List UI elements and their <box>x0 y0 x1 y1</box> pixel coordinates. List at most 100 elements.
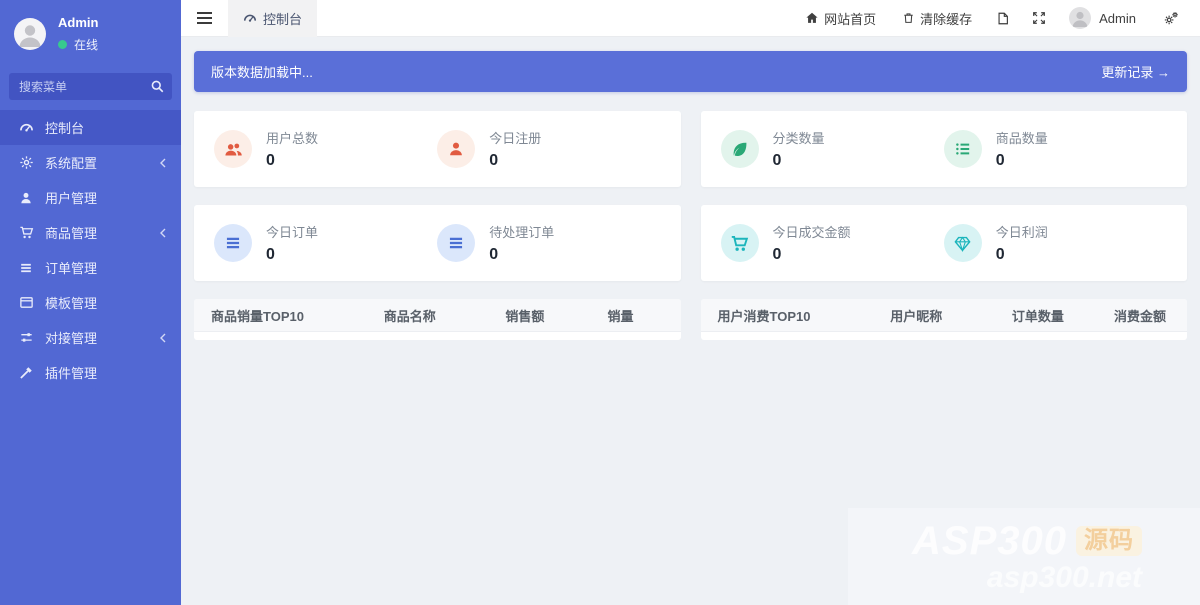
list-icon <box>18 261 34 275</box>
avatar <box>14 18 46 50</box>
stat-label: 商品数量 <box>995 131 1048 146</box>
watermark: ASP300 源码 asp300.net <box>848 508 1200 605</box>
stat-today-revenue: 今日成交金额 0 <box>720 222 944 264</box>
page-icon[interactable] <box>985 11 1021 26</box>
stat-value: 0 <box>772 152 782 169</box>
site-home-label: 网站首页 <box>824 11 877 27</box>
stat-card-users: 用户总数 0 今日注册 0 <box>194 111 681 187</box>
column-header: 用户昵称 <box>890 308 943 324</box>
template-icon <box>18 295 34 310</box>
product-sales-top10-table: 商品销量TOP10 商品名称 销售额 销量 <box>194 299 681 340</box>
sidebar-item-system-config[interactable]: 系统配置 <box>0 145 181 180</box>
table-header-row: 用户消费TOP10 用户昵称 订单数量 消费金额 <box>700 299 1187 332</box>
sidebar-item-plugin-management[interactable]: 插件管理 <box>0 355 181 390</box>
stat-card-catalog: 分类数量 0 商品数量 0 <box>700 111 1187 187</box>
main-area: 控制台 网站首页 清除缓存 Admin 版本数据加载中... 更新记录 → 用户… <box>181 0 1200 605</box>
avatar[interactable] <box>1069 7 1092 29</box>
cogs-icon[interactable] <box>1152 11 1190 26</box>
home-icon <box>805 11 819 25</box>
content: 版本数据加载中... 更新记录 → 用户总数 0 今日注册 0 分类数量 0 商… <box>181 37 1200 605</box>
column-header: 销售额 <box>505 308 545 324</box>
table-header-row: 商品销量TOP10 商品名称 销售额 销量 <box>194 299 681 332</box>
user-spending-top10-table: 用户消费TOP10 用户昵称 订单数量 消费金额 <box>700 299 1187 340</box>
leaf-icon <box>720 130 759 168</box>
user-icon <box>18 191 34 205</box>
stat-today-registrations: 今日注册 0 <box>437 128 660 170</box>
bars-icon <box>437 224 476 262</box>
sidebar-item-label: 商品管理 <box>45 226 98 241</box>
sidebar-item-product-management[interactable]: 商品管理 <box>0 215 181 250</box>
stat-today-profit: 今日利润 0 <box>943 222 1167 264</box>
clear-cache-label: 清除缓存 <box>920 11 973 27</box>
sidebar-item-label: 订单管理 <box>45 261 98 276</box>
watermark-line1: ASP300 源码 <box>912 521 1142 561</box>
sidebar-item-integration-management[interactable]: 对接管理 <box>0 320 181 355</box>
stat-today-orders: 今日订单 0 <box>214 222 437 264</box>
stat-total-users: 用户总数 0 <box>214 128 437 170</box>
expand-icon[interactable] <box>1021 11 1057 25</box>
sidebar-item-dashboard[interactable]: 控制台 <box>0 110 181 145</box>
search-icon[interactable] <box>150 79 165 94</box>
stat-value: 0 <box>772 246 782 263</box>
user-status: 在线 <box>58 36 98 53</box>
navbar-right: 网站首页 清除缓存 Admin <box>792 7 1200 29</box>
stat-value: 0 <box>266 246 275 263</box>
sidebar-item-label: 系统配置 <box>45 156 98 171</box>
clear-cache-link[interactable]: 清除缓存 <box>889 9 985 28</box>
column-header: 销量 <box>607 308 634 324</box>
top-navbar: 控制台 网站首页 清除缓存 Admin <box>181 0 1200 37</box>
top10-tables: 商品销量TOP10 商品名称 销售额 销量 用户消费TOP10 用户昵称 订单数… <box>194 299 1187 340</box>
stat-card-revenue: 今日成交金额 0 今日利润 0 <box>700 205 1187 281</box>
users-icon <box>214 130 252 168</box>
stat-card-orders: 今日订单 0 待处理订单 0 <box>194 205 681 281</box>
trash-icon <box>902 11 915 25</box>
stat-label: 今日利润 <box>995 225 1048 240</box>
tab-dashboard[interactable]: 控制台 <box>228 0 318 37</box>
sidebar-item-label: 用户管理 <box>45 191 98 206</box>
stat-category-count: 分类数量 0 <box>720 128 944 170</box>
sidebar-item-label: 控制台 <box>45 121 85 136</box>
sidebar-item-user-management[interactable]: 用户管理 <box>0 180 181 215</box>
sidebar-item-label: 模板管理 <box>45 296 98 311</box>
search-input[interactable] <box>9 73 172 100</box>
watermark-badge: 源码 <box>1076 525 1142 556</box>
brush-icon <box>18 365 34 380</box>
hamburger-icon[interactable] <box>181 11 228 25</box>
site-home-link[interactable]: 网站首页 <box>792 9 889 28</box>
status-label: 在线 <box>74 38 99 52</box>
watermark-line2: asp300.net <box>986 560 1142 594</box>
stat-label: 待处理订单 <box>489 225 555 240</box>
gem-icon <box>943 224 982 262</box>
sidebar-menu: 控制台 系统配置 用户管理 商品管理 订单管理 模板管理 对接管理 插件管理 <box>0 110 181 390</box>
stat-product-count: 商品数量 0 <box>943 128 1167 170</box>
tachometer-icon <box>18 120 34 135</box>
chevron-left-icon <box>159 228 167 238</box>
stat-label: 今日订单 <box>266 225 319 240</box>
person-icon <box>1072 11 1088 27</box>
column-header: 订单数量 <box>1011 308 1064 324</box>
stat-value: 0 <box>266 152 275 169</box>
stat-label: 今日成交金额 <box>772 225 851 240</box>
menu-search <box>9 73 172 100</box>
gear-icon <box>18 155 34 170</box>
version-banner: 版本数据加载中... 更新记录 → <box>194 51 1187 92</box>
update-log-link[interactable]: 更新记录 → <box>1101 62 1170 81</box>
sidebar-profile: Admin 在线 <box>0 0 181 61</box>
sidebar-item-label: 对接管理 <box>45 331 98 346</box>
column-header: 商品名称 <box>383 308 436 324</box>
user-name: Admin <box>58 15 99 30</box>
column-header: 消费金额 <box>1114 308 1167 324</box>
cart-icon <box>18 225 34 240</box>
cart-icon <box>720 224 759 262</box>
stat-value: 0 <box>489 246 499 263</box>
stat-cards: 用户总数 0 今日注册 0 分类数量 0 商品数量 0 今日订单 0 待处理订单… <box>194 111 1187 281</box>
sidebar-item-order-management[interactable]: 订单管理 <box>0 250 181 285</box>
sidebar: Admin 在线 控制台 系统配置 用户管理 商品管理 <box>0 0 181 605</box>
sliders-icon <box>18 330 34 345</box>
stat-label: 今日注册 <box>489 131 542 146</box>
navbar-user-name[interactable]: Admin <box>1099 11 1136 26</box>
table-title: 用户消费TOP10 <box>717 308 811 324</box>
list-ul-icon <box>943 130 982 168</box>
person-icon <box>19 25 41 47</box>
sidebar-item-template-management[interactable]: 模板管理 <box>0 285 181 320</box>
